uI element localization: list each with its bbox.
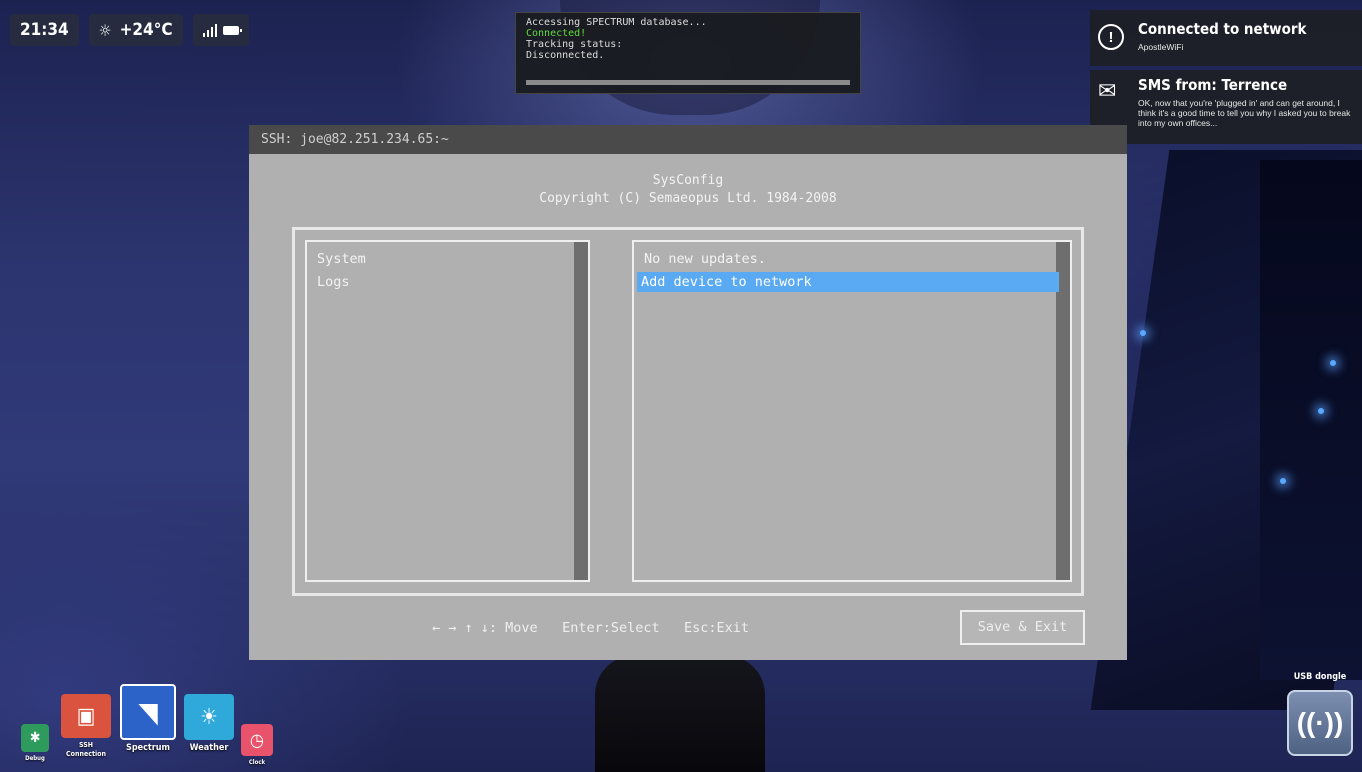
dock-app-label: Weather bbox=[189, 743, 229, 753]
tracking-status-panel: Accessing SPECTRUM database... Connected… bbox=[515, 12, 861, 94]
notification-title: SMS from: Terrence bbox=[1138, 76, 1288, 94]
category-item-logs[interactable]: Logs bbox=[317, 272, 350, 292]
background-character bbox=[595, 655, 765, 772]
signal-icon bbox=[202, 23, 217, 37]
dock-app-spectrum[interactable]: ◥ Spectrum bbox=[118, 684, 178, 753]
dock-app-debug[interactable]: ✱ Debug bbox=[20, 724, 50, 762]
save-exit-button[interactable]: Save & Exit bbox=[960, 610, 1085, 645]
tracking-line: Disconnected. bbox=[526, 50, 605, 61]
usb-dongle-label: USB dongle bbox=[1293, 672, 1347, 682]
alert-icon: ! bbox=[1098, 24, 1124, 50]
background-led bbox=[1318, 408, 1324, 414]
category-list[interactable]: System Logs bbox=[305, 240, 590, 582]
dock-app-ssh[interactable]: ▣ SSH Connection bbox=[60, 694, 112, 759]
dock-app-clock[interactable]: ◷ Clock bbox=[240, 724, 274, 766]
clock-icon: ◷ bbox=[241, 724, 273, 756]
envelope-icon: ✉ bbox=[1098, 78, 1117, 103]
spectrum-icon: ◥ bbox=[120, 684, 176, 740]
key-hints: ← → ↑ ↓: Move Enter:Select Esc:Exit bbox=[432, 620, 749, 636]
category-scrollbar[interactable] bbox=[574, 242, 588, 580]
time-text: 21:34 bbox=[20, 20, 69, 40]
option-item-updates[interactable]: No new updates. bbox=[644, 249, 766, 269]
background-led bbox=[1330, 360, 1336, 366]
notification-body: OK, now that you're 'plugged in' and can… bbox=[1138, 98, 1351, 128]
notification-network[interactable]: ! Connected to network ApostleWiFi bbox=[1090, 10, 1362, 66]
temperature-text: +24°C bbox=[119, 20, 173, 40]
status-bar: 21:34 ☼ +24°C bbox=[10, 14, 249, 46]
notification-title: Connected to network bbox=[1138, 20, 1307, 38]
dock-app-label: Debug bbox=[25, 755, 45, 762]
dock-app-label: SSH Connection bbox=[66, 741, 106, 758]
dock-app-weather[interactable]: ☀ Weather bbox=[183, 694, 235, 753]
options-scrollbar[interactable] bbox=[1056, 242, 1070, 580]
notification-body: ApostleWiFi bbox=[1138, 42, 1184, 52]
bug-icon: ✱ bbox=[21, 724, 49, 752]
sysconfig-title: SysConfig bbox=[652, 173, 724, 188]
ssh-window: SysConfig Copyright (C) Semaeopus Ltd. 1… bbox=[249, 154, 1127, 660]
background-server-rack-2 bbox=[1260, 160, 1362, 680]
tracking-progress-bar bbox=[526, 80, 850, 85]
dock-app-label: Clock bbox=[248, 759, 266, 766]
weather-icon: ☀ bbox=[184, 694, 234, 740]
hint-select: Enter:Select bbox=[562, 620, 660, 636]
copyright-text: Copyright (C) Semaeopus Ltd. 1984-2008 bbox=[539, 191, 837, 206]
background-led bbox=[1140, 330, 1146, 336]
dock-app-label: Spectrum bbox=[126, 743, 170, 753]
notification-sms[interactable]: ✉ SMS from: Terrence OK, now that you're… bbox=[1090, 70, 1362, 144]
option-item-add-device[interactable]: Add device to network bbox=[637, 272, 1059, 292]
usb-dongle-widget[interactable]: USB dongle ((·)) bbox=[1285, 672, 1355, 756]
hint-exit: Esc:Exit bbox=[684, 620, 750, 636]
tracking-line: Accessing SPECTRUM database... bbox=[526, 17, 707, 28]
tracking-line: Tracking status: bbox=[526, 39, 623, 50]
cloud-sun-icon: ☼ bbox=[98, 20, 112, 40]
usb-dongle-icon: ((·)) bbox=[1287, 690, 1353, 756]
background-led bbox=[1280, 478, 1286, 484]
category-item-system[interactable]: System bbox=[317, 249, 366, 269]
battery-icon bbox=[222, 25, 242, 35]
terminal-icon: ▣ bbox=[61, 694, 111, 738]
clock-widget[interactable]: 21:34 bbox=[10, 14, 79, 46]
tracking-connected-line: Connected! bbox=[526, 28, 587, 39]
ssh-window-titlebar[interactable]: SSH: joe@82.251.234.65:~ bbox=[249, 125, 1127, 154]
system-widget[interactable] bbox=[192, 14, 249, 46]
options-list[interactable]: No new updates. Add device to network bbox=[632, 240, 1072, 582]
hint-move: ← → ↑ ↓: Move bbox=[432, 620, 538, 636]
weather-widget[interactable]: ☼ +24°C bbox=[88, 14, 183, 46]
